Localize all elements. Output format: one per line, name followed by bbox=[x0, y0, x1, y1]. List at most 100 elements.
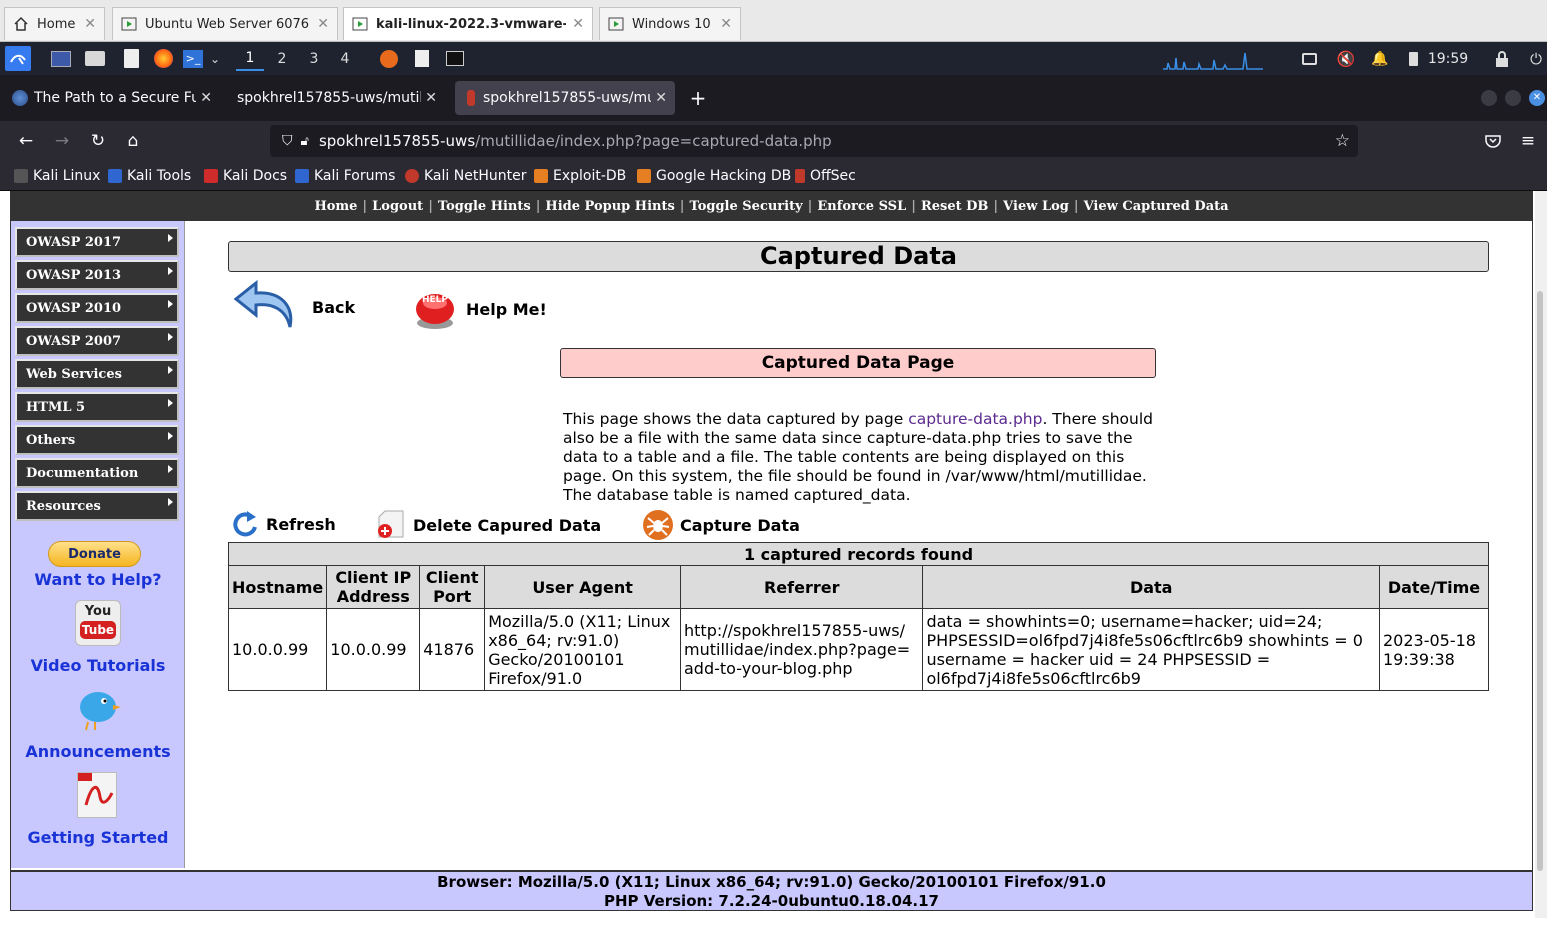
sidebar-item-documentation[interactable]: Documentation bbox=[15, 458, 179, 488]
files-icon[interactable] bbox=[83, 46, 107, 71]
battery-icon[interactable] bbox=[1404, 46, 1422, 71]
getting-started-link[interactable]: Getting Started bbox=[11, 828, 185, 847]
firefox-icon[interactable] bbox=[151, 46, 175, 71]
desktop-icon[interactable] bbox=[49, 46, 73, 71]
pocket-icon[interactable] bbox=[1481, 129, 1505, 153]
refresh-button[interactable]: Refresh bbox=[230, 509, 336, 539]
back-arrow-icon[interactable]: ← bbox=[14, 129, 38, 153]
browser-tab-3[interactable]: spokhrel157855-uws/mut ✕ bbox=[455, 81, 675, 115]
sidebar-item-html5[interactable]: HTML 5 bbox=[15, 392, 179, 422]
bookmark-exploit-db[interactable]: Exploit-DB bbox=[534, 167, 626, 185]
menu-enforce-ssl[interactable]: Enforce SSL bbox=[817, 199, 906, 214]
capture-data-button[interactable]: Capture Data bbox=[642, 509, 800, 541]
sidebar-item-owasp-2017[interactable]: OWASP 2017 bbox=[15, 227, 179, 257]
hamburger-menu-icon[interactable]: ≡ bbox=[1516, 129, 1540, 153]
close-icon[interactable]: ✕ bbox=[720, 16, 732, 32]
close-icon[interactable]: ✕ bbox=[425, 90, 437, 106]
caret-right-icon bbox=[168, 366, 173, 374]
sidebar-item-web-services[interactable]: Web Services bbox=[15, 359, 179, 389]
browser-tab-2[interactable]: spokhrel157855-uws/mutillic ✕ bbox=[229, 81, 445, 115]
vm-tab-home[interactable]: Home ✕ bbox=[4, 7, 105, 40]
menu-logout[interactable]: Logout bbox=[372, 199, 423, 214]
terminal-icon[interactable]: >_ bbox=[181, 46, 205, 71]
sidebar-item-owasp-2007[interactable]: OWASP 2007 bbox=[15, 326, 179, 356]
workspace-4[interactable]: 4 bbox=[331, 46, 359, 71]
vm-tab-windows[interactable]: Windows 10 ✕ bbox=[599, 7, 741, 40]
scrollbar-thumb[interactable] bbox=[1537, 291, 1543, 871]
terminal-window-icon[interactable] bbox=[443, 46, 467, 71]
menu-toggle-hints[interactable]: Toggle Hints bbox=[438, 199, 531, 214]
sidebar-item-resources[interactable]: Resources bbox=[15, 491, 179, 521]
column-header: Hostname bbox=[227, 565, 328, 609]
youtube-icon[interactable]: You Tube bbox=[75, 600, 121, 646]
bookmark-kali-docs[interactable]: Kali Docs bbox=[204, 167, 287, 185]
mute-icon[interactable]: 🔇 bbox=[1335, 46, 1357, 71]
video-tutorials-link[interactable]: Video Tutorials bbox=[11, 656, 185, 675]
donate-button[interactable]: Donate bbox=[48, 541, 141, 567]
burp-icon[interactable] bbox=[376, 46, 402, 71]
chevron-down-icon[interactable]: ⌄ bbox=[207, 46, 223, 71]
bell-icon[interactable]: 🔔 bbox=[1369, 46, 1391, 71]
close-icon[interactable]: ✕ bbox=[84, 16, 96, 32]
sidebar-item-owasp-2013[interactable]: OWASP 2013 bbox=[15, 260, 179, 290]
forward-arrow-icon[interactable]: → bbox=[50, 129, 74, 153]
workspace-2[interactable]: 2 bbox=[268, 46, 296, 71]
sidebar-item-others[interactable]: Others bbox=[15, 425, 179, 455]
close-icon[interactable]: ✕ bbox=[572, 16, 584, 32]
menu-view-captured-data[interactable]: View Captured Data bbox=[1084, 199, 1229, 214]
bookmark-offsec[interactable]: OffSec bbox=[795, 167, 856, 185]
menu-home[interactable]: Home bbox=[314, 199, 357, 214]
browser-tab-1[interactable]: The Path to a Secure Futu ✕ bbox=[4, 81, 220, 115]
text-editor-icon[interactable] bbox=[119, 46, 143, 71]
kali-menu-icon[interactable] bbox=[5, 46, 31, 71]
close-icon[interactable]: ✕ bbox=[200, 90, 212, 106]
bookmark-google-hacking-db[interactable]: Google Hacking DB bbox=[637, 167, 791, 185]
vm-tab-kali[interactable]: kali-linux-2022.3-vmware-a... ✕ bbox=[343, 7, 593, 40]
bookmark-kali-forums[interactable]: Kali Forums bbox=[295, 167, 395, 185]
column-header: Referrer bbox=[679, 565, 924, 609]
cell-client-ip: 10.0.0.99 bbox=[326, 608, 421, 691]
new-tab-button[interactable]: + bbox=[684, 81, 712, 115]
bookmark-kali-nethunter[interactable]: Kali NetHunter bbox=[405, 167, 526, 185]
workspace-3[interactable]: 3 bbox=[300, 46, 328, 71]
bookmark-kali-tools[interactable]: Kali Tools bbox=[108, 167, 191, 185]
reload-icon[interactable]: ↻ bbox=[86, 129, 110, 153]
announcements-link[interactable]: Announcements bbox=[11, 742, 185, 761]
want-to-help-link[interactable]: Want to Help? bbox=[11, 570, 185, 589]
bookmark-star-icon[interactable]: ☆ bbox=[1335, 131, 1350, 151]
twitter-bird-icon[interactable] bbox=[73, 685, 123, 731]
display-icon[interactable] bbox=[1298, 46, 1320, 71]
refresh-icon bbox=[230, 509, 260, 539]
window-close-button[interactable]: ✕ bbox=[1529, 90, 1545, 106]
workspace-1[interactable]: 1 bbox=[236, 46, 264, 71]
url-bar[interactable]: ⛉ 🔓︎ spokhrel157855-uws/mutillidae/index… bbox=[270, 125, 1358, 157]
vm-icon bbox=[608, 16, 624, 32]
sidebar-item-owasp-2010[interactable]: OWASP 2010 bbox=[15, 293, 179, 323]
vertical-scrollbar[interactable] bbox=[1535, 191, 1547, 918]
document-icon[interactable] bbox=[410, 46, 434, 71]
maximize-button[interactable] bbox=[1505, 90, 1521, 106]
help-me-button[interactable]: HELP Help Me! bbox=[413, 287, 547, 331]
back-button[interactable]: Back bbox=[232, 279, 355, 335]
site-favicon-icon bbox=[12, 90, 28, 106]
delete-captured-data-button[interactable]: Delete Capured Data bbox=[375, 509, 601, 541]
page-info-icon[interactable]: 🔓︎ bbox=[301, 134, 309, 149]
power-icon[interactable]: ⏻ bbox=[1526, 46, 1546, 71]
minimize-button[interactable] bbox=[1481, 90, 1497, 106]
home-icon[interactable]: ⌂ bbox=[121, 129, 145, 153]
close-icon[interactable]: ✕ bbox=[655, 90, 667, 106]
lock-icon[interactable] bbox=[1491, 46, 1513, 71]
shield-icon[interactable]: ⛉ bbox=[282, 133, 293, 149]
kali-docs-icon bbox=[204, 169, 218, 183]
bookmark-kali-linux[interactable]: Kali Linux bbox=[14, 167, 100, 185]
menu-view-log[interactable]: View Log bbox=[1003, 199, 1069, 214]
menu-hide-popup-hints[interactable]: Hide Popup Hints bbox=[545, 199, 674, 214]
delete-icon bbox=[375, 509, 407, 541]
menu-toggle-security[interactable]: Toggle Security bbox=[690, 199, 803, 214]
vm-tab-ubuntu[interactable]: Ubuntu Web Server 6076 ✕ bbox=[112, 7, 338, 40]
clock[interactable]: 19:59 bbox=[1428, 46, 1468, 71]
close-icon[interactable]: ✕ bbox=[317, 16, 329, 32]
menu-reset-db[interactable]: Reset DB bbox=[921, 199, 988, 214]
capture-data-link[interactable]: capture-data.php bbox=[908, 410, 1042, 428]
pdf-icon[interactable] bbox=[77, 772, 117, 818]
